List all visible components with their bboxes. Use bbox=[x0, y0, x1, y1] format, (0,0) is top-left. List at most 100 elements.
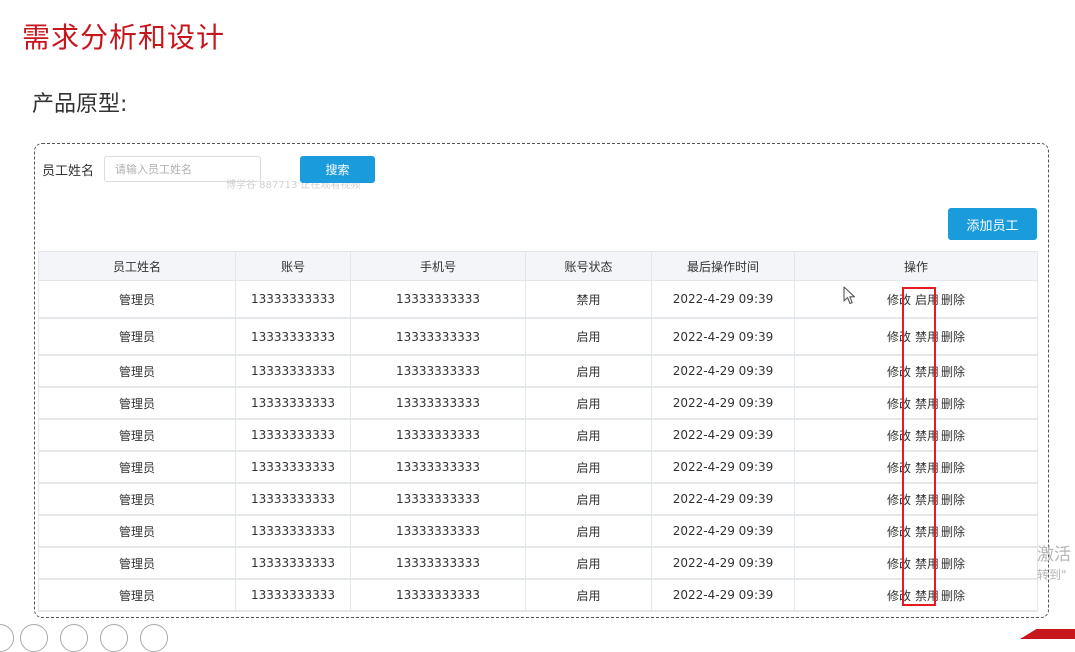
edit-link[interactable]: 修改 bbox=[887, 330, 911, 344]
table-row: 管理员 13333333333 13333333333 启用 2022-4-29 09:… bbox=[38, 451, 1038, 484]
table-row: 管理员 13333333333 13333333333 启用 2022-4-29 09:… bbox=[38, 579, 1038, 612]
cell-last-op-time: 2022-4-29 09:39 bbox=[651, 355, 795, 388]
cell-actions: 修改 禁用 删除 bbox=[794, 419, 1038, 452]
table-header-row: 员工姓名 账号 手机号 账号状态 最后操作时间 操作 bbox=[38, 251, 1038, 281]
pen-tool-icon[interactable] bbox=[20, 624, 48, 652]
cell-actions: 修改 禁用 删除 bbox=[794, 387, 1038, 420]
edit-link[interactable]: 修改 bbox=[887, 365, 911, 379]
cell-account: 13333333333 bbox=[235, 547, 351, 580]
delete-link[interactable]: 删除 bbox=[941, 493, 965, 507]
edit-link[interactable]: 修改 bbox=[887, 429, 911, 443]
delete-link[interactable]: 删除 bbox=[941, 365, 965, 379]
cell-account: 13333333333 bbox=[235, 483, 351, 516]
cell-employee-name: 管理员 bbox=[38, 387, 236, 420]
cell-employee-name: 管理员 bbox=[38, 451, 236, 484]
cell-status: 启用 bbox=[525, 419, 652, 452]
edit-link[interactable]: 修改 bbox=[887, 589, 911, 603]
cell-account: 13333333333 bbox=[235, 355, 351, 388]
cell-account: 13333333333 bbox=[235, 318, 351, 356]
cell-employee-name: 管理员 bbox=[38, 579, 236, 612]
delete-link[interactable]: 删除 bbox=[941, 293, 965, 307]
table-row: 管理员 13333333333 13333333333 启用 2022-4-29 09:… bbox=[38, 419, 1038, 452]
cell-status: 启用 bbox=[525, 515, 652, 548]
corner-logo-mark bbox=[1020, 629, 1075, 639]
toggle-status-link[interactable]: 禁用 bbox=[915, 397, 939, 411]
presenter-tool-icon[interactable] bbox=[0, 624, 14, 652]
cell-account: 13333333333 bbox=[235, 419, 351, 452]
cell-last-op-time: 2022-4-29 09:39 bbox=[651, 387, 795, 420]
activate-windows-subtitle: 转到" bbox=[1037, 568, 1067, 582]
toggle-status-link[interactable]: 禁用 bbox=[915, 589, 939, 603]
table-row: 管理员 13333333333 13333333333 启用 2022-4-29 09:… bbox=[38, 547, 1038, 580]
cell-last-op-time: 2022-4-29 09:39 bbox=[651, 451, 795, 484]
cell-status: 启用 bbox=[525, 579, 652, 612]
delete-link[interactable]: 删除 bbox=[941, 525, 965, 539]
cell-last-op-time: 2022-4-29 09:39 bbox=[651, 515, 795, 548]
slide-title: 需求分析和设计 bbox=[22, 21, 226, 54]
cell-status: 启用 bbox=[525, 451, 652, 484]
header-actions: 操作 bbox=[794, 251, 1038, 281]
cell-status: 启用 bbox=[525, 387, 652, 420]
cell-account: 13333333333 bbox=[235, 579, 351, 612]
cell-actions: 修改 禁用 删除 bbox=[794, 547, 1038, 580]
cell-employee-name: 管理员 bbox=[38, 483, 236, 516]
edit-link[interactable]: 修改 bbox=[887, 557, 911, 571]
toggle-status-link[interactable]: 禁用 bbox=[915, 365, 939, 379]
toggle-status-link[interactable]: 禁用 bbox=[915, 330, 939, 344]
cell-status: 启用 bbox=[525, 318, 652, 356]
delete-link[interactable]: 删除 bbox=[941, 397, 965, 411]
edit-link[interactable]: 修改 bbox=[887, 397, 911, 411]
edit-link[interactable]: 修改 bbox=[887, 525, 911, 539]
add-employee-button[interactable]: 添加员工 bbox=[948, 208, 1037, 240]
cell-last-op-time: 2022-4-29 09:39 bbox=[651, 483, 795, 516]
cell-actions: 修改 禁用 删除 bbox=[794, 451, 1038, 484]
cell-actions: 修改 禁用 删除 bbox=[794, 483, 1038, 516]
header-employee-name: 员工姓名 bbox=[38, 251, 236, 281]
header-phone: 手机号 bbox=[350, 251, 526, 281]
toggle-status-link[interactable]: 禁用 bbox=[915, 493, 939, 507]
toggle-status-link[interactable]: 禁用 bbox=[915, 429, 939, 443]
cell-last-op-time: 2022-4-29 09:39 bbox=[651, 579, 795, 612]
table-row: 管理员 13333333333 13333333333 启用 2022-4-29 09:… bbox=[38, 387, 1038, 420]
slides-tool-icon[interactable] bbox=[60, 624, 88, 652]
cell-phone: 13333333333 bbox=[350, 547, 526, 580]
cell-phone: 13333333333 bbox=[350, 280, 526, 319]
cell-employee-name: 管理员 bbox=[38, 355, 236, 388]
delete-link[interactable]: 删除 bbox=[941, 589, 965, 603]
delete-link[interactable]: 删除 bbox=[941, 461, 965, 475]
table-row: 管理员 13333333333 13333333333 启用 2022-4-29 09:… bbox=[38, 515, 1038, 548]
cell-phone: 13333333333 bbox=[350, 318, 526, 356]
cell-employee-name: 管理员 bbox=[38, 515, 236, 548]
header-last-op-time: 最后操作时间 bbox=[651, 251, 795, 281]
table-row: 管理员 13333333333 13333333333 启用 2022-4-29 09:… bbox=[38, 318, 1038, 356]
employee-table: 员工姓名 账号 手机号 账号状态 最后操作时间 操作 管理员 1333333333… bbox=[38, 251, 1038, 612]
delete-link[interactable]: 删除 bbox=[941, 557, 965, 571]
cell-phone: 13333333333 bbox=[350, 515, 526, 548]
cell-status: 启用 bbox=[525, 483, 652, 516]
more-tool-icon[interactable] bbox=[140, 624, 168, 652]
cell-phone: 13333333333 bbox=[350, 355, 526, 388]
edit-link[interactable]: 修改 bbox=[887, 293, 911, 307]
edit-link[interactable]: 修改 bbox=[887, 493, 911, 507]
cell-last-op-time: 2022-4-29 09:39 bbox=[651, 280, 795, 319]
cell-actions: 修改 启用 删除 bbox=[794, 280, 1038, 319]
toggle-status-link[interactable]: 禁用 bbox=[915, 525, 939, 539]
toggle-status-link[interactable]: 禁用 bbox=[915, 461, 939, 475]
cell-employee-name: 管理员 bbox=[38, 547, 236, 580]
delete-link[interactable]: 删除 bbox=[941, 330, 965, 344]
header-account: 账号 bbox=[235, 251, 351, 281]
cell-last-op-time: 2022-4-29 09:39 bbox=[651, 419, 795, 452]
zoom-tool-icon[interactable] bbox=[100, 624, 128, 652]
toggle-status-link[interactable]: 禁用 bbox=[915, 557, 939, 571]
edit-link[interactable]: 修改 bbox=[887, 461, 911, 475]
cell-employee-name: 管理员 bbox=[38, 280, 236, 319]
cell-account: 13333333333 bbox=[235, 451, 351, 484]
toggle-status-link[interactable]: 启用 bbox=[915, 293, 939, 307]
cell-account: 13333333333 bbox=[235, 387, 351, 420]
cell-employee-name: 管理员 bbox=[38, 318, 236, 356]
delete-link[interactable]: 删除 bbox=[941, 429, 965, 443]
mouse-cursor-icon bbox=[843, 286, 856, 305]
search-button[interactable]: 搜索 bbox=[300, 156, 375, 183]
cell-phone: 13333333333 bbox=[350, 483, 526, 516]
cell-last-op-time: 2022-4-29 09:39 bbox=[651, 547, 795, 580]
